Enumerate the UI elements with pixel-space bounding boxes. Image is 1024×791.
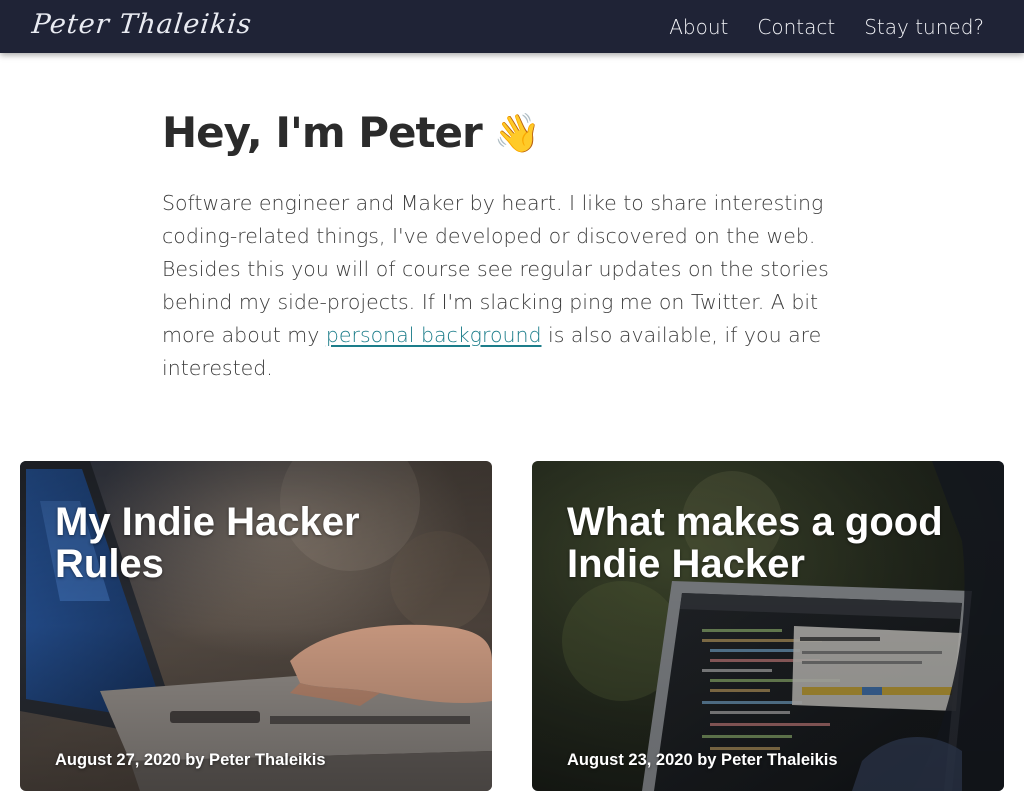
page-title-text: Hey, I'm Peter (162, 108, 483, 157)
site-header: Peter Thaleikis About Contact Stay tuned… (0, 0, 1024, 53)
waving-hand-icon: 👋 (493, 110, 541, 155)
nav-link-about[interactable]: About (669, 15, 728, 39)
intro-section: Hey, I'm Peter 👋 Software engineer and M… (162, 108, 872, 385)
nav-link-stay-tuned[interactable]: Stay tuned? (864, 15, 984, 39)
intro-paragraph: Software engineer and Maker by heart. I … (162, 187, 867, 385)
site-logo-link[interactable]: Peter Thaleikis (30, 9, 253, 40)
page-title: Hey, I'm Peter 👋 (162, 108, 872, 157)
post-card[interactable]: What makes a good Indie Hacker August 23… (532, 461, 1004, 791)
post-meta: August 27, 2020 by Peter Thaleikis (55, 751, 326, 769)
post-title[interactable]: My Indie Hacker Rules (55, 501, 475, 585)
post-card[interactable]: My Indie Hacker Rules August 27, 2020 by… (20, 461, 492, 791)
nav-link-contact[interactable]: Contact (757, 15, 835, 39)
post-title[interactable]: What makes a good Indie Hacker (567, 501, 987, 585)
post-meta: August 23, 2020 by Peter Thaleikis (567, 751, 838, 769)
main-nav: About Contact Stay tuned? (640, 0, 984, 53)
personal-background-link[interactable]: personal background (326, 323, 542, 347)
